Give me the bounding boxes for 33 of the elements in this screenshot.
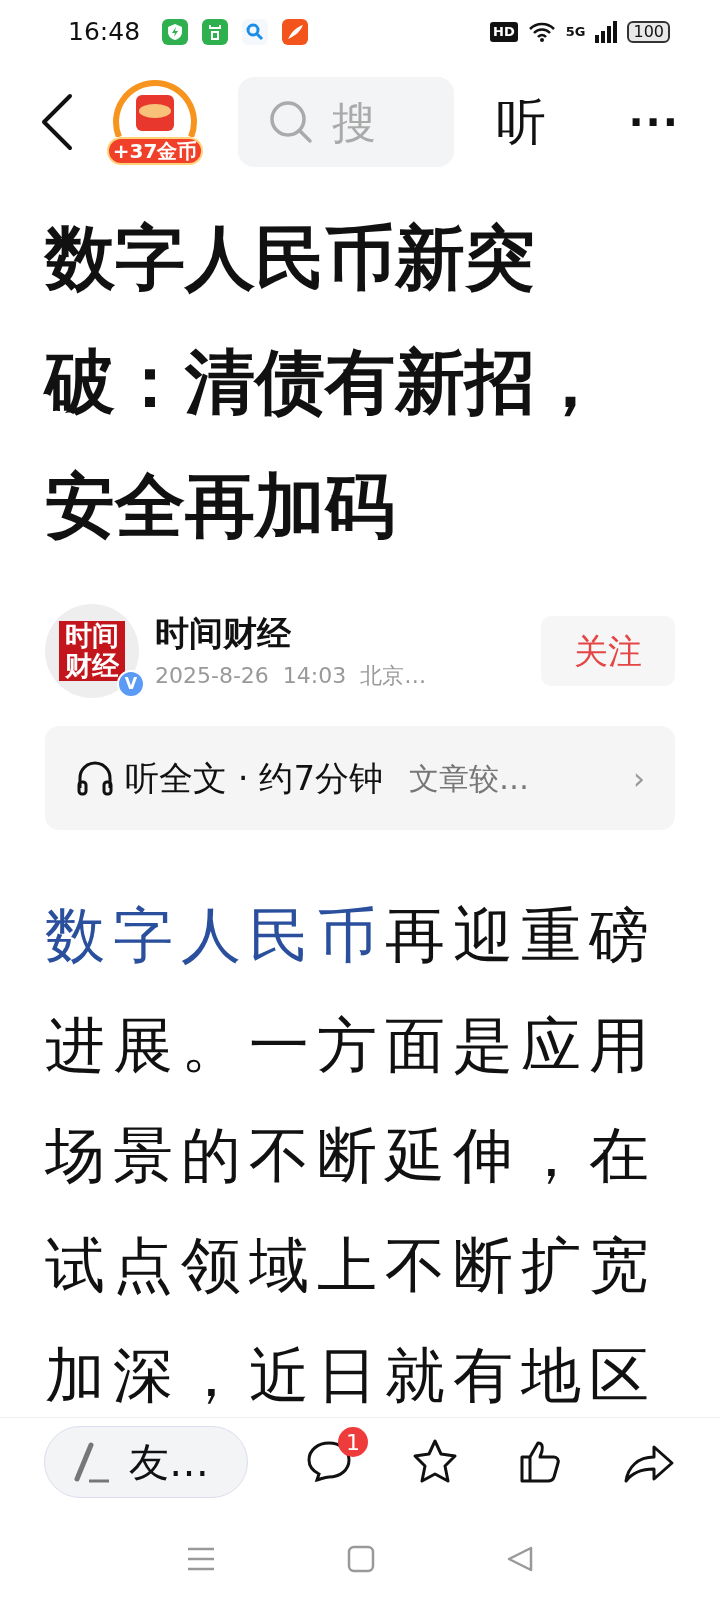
follow-button[interactable]: 关注 bbox=[541, 616, 675, 686]
summary-label: 文章较… bbox=[409, 759, 530, 798]
verified-badge: V bbox=[117, 670, 145, 698]
feather-app-icon bbox=[282, 19, 309, 45]
search-icon bbox=[268, 99, 314, 145]
menu-icon[interactable] bbox=[185, 1546, 216, 1572]
network-type: 5G bbox=[565, 25, 586, 38]
signal-icon bbox=[595, 21, 618, 43]
listen-article-bar[interactable]: 听全文 · 约7分钟 文章较… › bbox=[45, 726, 675, 830]
envelope-icon[interactable] bbox=[112, 77, 198, 137]
back-triangle-icon[interactable] bbox=[506, 1545, 535, 1573]
more-button[interactable]: ··· bbox=[628, 92, 680, 152]
shield-app-icon bbox=[162, 19, 189, 45]
coin-reward-badge: +37金币 bbox=[106, 137, 204, 165]
search-app-icon bbox=[242, 19, 269, 45]
chevron-icon: › bbox=[633, 755, 645, 801]
comment-count-badge: 1 bbox=[338, 1427, 368, 1457]
author-name[interactable]: 时间财经 bbox=[155, 610, 427, 655]
listen-button[interactable]: 听 bbox=[496, 84, 546, 160]
status-time: 16:48 bbox=[68, 16, 141, 49]
comment-field[interactable]: 友… bbox=[44, 1426, 248, 1498]
publish-meta: 2025-8-26 14:03 北京… bbox=[155, 661, 427, 690]
hd-indicator: HD bbox=[490, 22, 518, 42]
battery-indicator: 100 bbox=[627, 21, 670, 43]
home-square-icon[interactable] bbox=[347, 1545, 375, 1573]
search-field[interactable]: 搜 bbox=[238, 77, 454, 167]
article-link[interactable]: 数字人民币 bbox=[45, 900, 385, 970]
back-icon bbox=[40, 92, 74, 152]
article-paragraph: 数字人民币 再迎重磅进展。一方面是应用场景的不断延伸，在试点领域上不断扩宽加深，近日就有地区 bbox=[45, 899, 658, 1412]
article-title: 数字人民币新突破：清债有新招，安全再加码 bbox=[45, 216, 606, 549]
wifi-icon bbox=[527, 21, 556, 43]
listen-label: 听全文 · 约7分钟 bbox=[125, 756, 384, 800]
shopping-bag-app-icon bbox=[202, 19, 229, 45]
